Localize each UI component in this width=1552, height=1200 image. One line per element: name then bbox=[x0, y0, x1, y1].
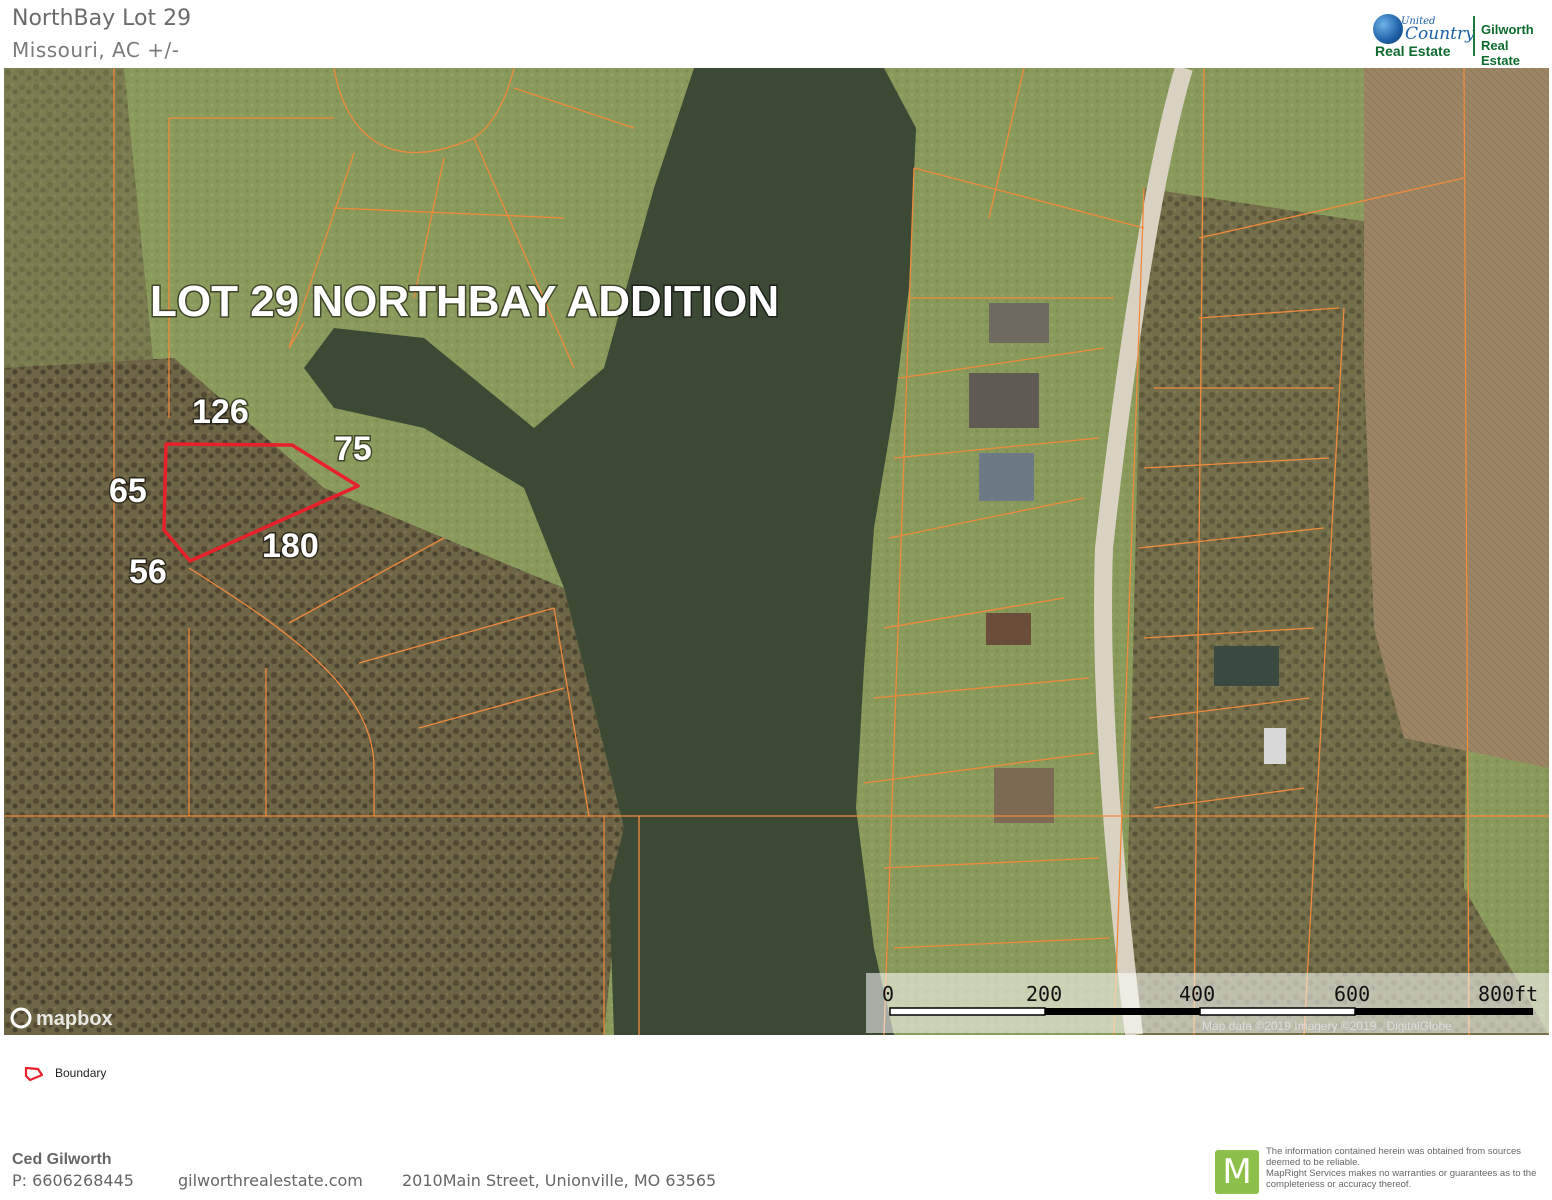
partner-line2: Real Estate bbox=[1481, 38, 1521, 68]
house bbox=[979, 453, 1034, 501]
map-heading: LOT 29 NORTHBAY ADDITION bbox=[150, 277, 779, 326]
mapright-logo-icon: M bbox=[1215, 1150, 1259, 1194]
house bbox=[969, 373, 1039, 428]
map-subtitle: Missouri, AC +/- bbox=[12, 38, 180, 62]
dim-southwest: 56 bbox=[129, 553, 167, 591]
house bbox=[989, 303, 1049, 343]
legend-boundary-label: Boundary bbox=[55, 1066, 107, 1080]
map-title: NorthBay Lot 29 bbox=[12, 6, 192, 31]
boundary-swatch-icon bbox=[24, 1066, 44, 1082]
brand-line3: Real Estate bbox=[1375, 43, 1451, 59]
house bbox=[986, 613, 1031, 645]
dim-west: 65 bbox=[109, 472, 147, 510]
scale-label-200: 200 bbox=[1026, 982, 1062, 1006]
agent-phone: P: 6606268445 bbox=[12, 1171, 134, 1190]
map-attribution: Map data ©2019 Imagery ©2019 , DigitalGl… bbox=[1202, 1019, 1452, 1033]
agent-address: 2010Main Street, Unionville, MO 63565 bbox=[402, 1171, 717, 1190]
house bbox=[1264, 728, 1286, 764]
scale-label-800: 800ft bbox=[1478, 982, 1538, 1006]
disclaimer-text: The information contained herein was obt… bbox=[1266, 1146, 1537, 1190]
scale-bar: 0 200 400 600 800ft Map data ©2019 Image… bbox=[866, 973, 1549, 1033]
agent-website[interactable]: gilworthrealestate.com bbox=[178, 1171, 363, 1190]
scale-label-600: 600 bbox=[1334, 982, 1370, 1006]
map-canvas: LOT 29 NORTHBAY ADDITION 126 75 65 180 5… bbox=[4, 68, 1549, 1035]
dim-north: 126 bbox=[192, 393, 249, 431]
house bbox=[1214, 646, 1279, 686]
scale-label-400: 400 bbox=[1179, 982, 1215, 1006]
svg-text:mapbox: mapbox bbox=[36, 1008, 113, 1030]
globe-icon bbox=[1373, 14, 1403, 44]
partner-line1: Gilworth bbox=[1481, 22, 1534, 37]
agent-name: Ced Gilworth bbox=[12, 1151, 112, 1168]
aerial-map[interactable]: LOT 29 NORTHBAY ADDITION 126 75 65 180 5… bbox=[4, 68, 1549, 1035]
house bbox=[994, 768, 1054, 823]
brand-line2: Country bbox=[1405, 24, 1475, 44]
brand-divider bbox=[1473, 16, 1475, 56]
brand-logo: United Country Real Estate Gilworth Real… bbox=[1373, 14, 1548, 68]
crop-field bbox=[1364, 68, 1549, 768]
scale-label-0: 0 bbox=[882, 982, 894, 1006]
dim-southeast: 180 bbox=[262, 527, 319, 565]
dim-northeast: 75 bbox=[334, 430, 372, 468]
